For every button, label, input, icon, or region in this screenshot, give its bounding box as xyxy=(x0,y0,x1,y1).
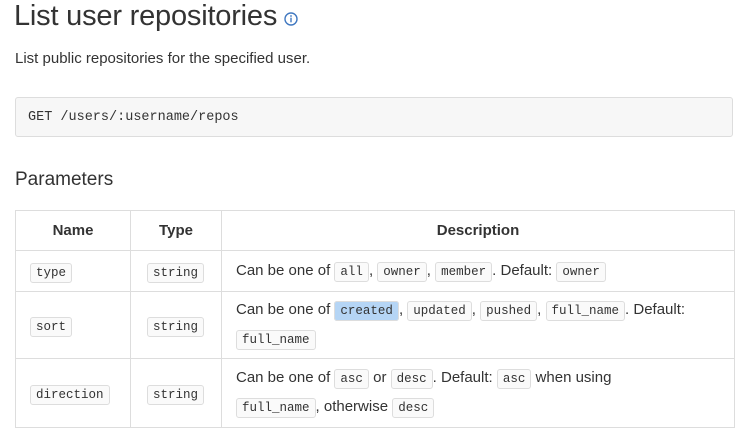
param-description: Can be one of created, updated, pushed, … xyxy=(221,291,735,359)
desc-text: Default: xyxy=(633,301,686,318)
option-code: updated xyxy=(407,301,472,321)
default-code: asc xyxy=(496,369,532,389)
desc-text: , otherwise xyxy=(315,398,389,415)
table-row: sort string Can be one of created, updat… xyxy=(15,291,735,359)
desc-text: Default: xyxy=(500,261,553,279)
param-type: string xyxy=(147,262,205,283)
table-row: direction string Can be one of asc or de… xyxy=(15,358,735,428)
otherwise-code: desc xyxy=(392,398,435,418)
option-code: all xyxy=(334,261,369,282)
param-name-cell: sort xyxy=(15,291,131,359)
desc-text: Can be one of xyxy=(236,261,331,279)
option-code: owner xyxy=(377,261,427,282)
desc-text: Can be one of xyxy=(236,301,331,318)
parameters-heading: Parameters xyxy=(15,169,114,190)
param-name-cell: type xyxy=(15,250,131,292)
header-name: Name xyxy=(15,210,131,251)
page-title-text: List user repositories xyxy=(14,0,278,32)
param-type-cell: string xyxy=(130,358,222,428)
param-name: type xyxy=(30,262,73,283)
option-code-selected: created xyxy=(334,301,399,321)
option-code: member xyxy=(435,261,493,282)
default-code: full_name xyxy=(236,330,316,350)
param-type: string xyxy=(147,316,205,337)
desc-text: or xyxy=(373,369,387,386)
param-type-cell: string xyxy=(130,291,222,359)
param-name: direction xyxy=(30,384,110,405)
option-code: pushed xyxy=(480,301,538,321)
param-name-cell: direction xyxy=(15,358,131,428)
desc-text: Can be one of xyxy=(236,369,331,386)
option-code: asc xyxy=(334,369,369,389)
endpoint-code-block: GET /users/:username/repos xyxy=(15,97,733,137)
param-description: Can be one of all, owner, member. Defaul… xyxy=(221,250,735,292)
param-name: sort xyxy=(30,316,73,337)
param-type-cell: string xyxy=(130,250,222,292)
header-type: Type xyxy=(130,210,222,251)
desc-text: Default: xyxy=(440,369,493,386)
table-header-row: Name Type Description xyxy=(15,210,735,251)
page-title: List user repositories xyxy=(14,0,298,33)
info-icon[interactable] xyxy=(284,11,298,26)
desc-text: when using xyxy=(535,369,612,386)
condition-code: full_name xyxy=(236,398,316,418)
table-row: type string Can be one of all, owner, me… xyxy=(15,250,735,292)
header-description: Description xyxy=(221,210,735,251)
param-type: string xyxy=(147,384,205,405)
default-code: owner xyxy=(556,261,606,282)
page-subtitle: List public repositories for the specifi… xyxy=(15,50,311,67)
option-code: full_name xyxy=(545,301,626,321)
param-description: Can be one of asc or desc. Default: asc … xyxy=(221,358,735,428)
parameters-table: Name Type Description type string Can be… xyxy=(15,210,735,428)
option-code: desc xyxy=(390,369,433,389)
